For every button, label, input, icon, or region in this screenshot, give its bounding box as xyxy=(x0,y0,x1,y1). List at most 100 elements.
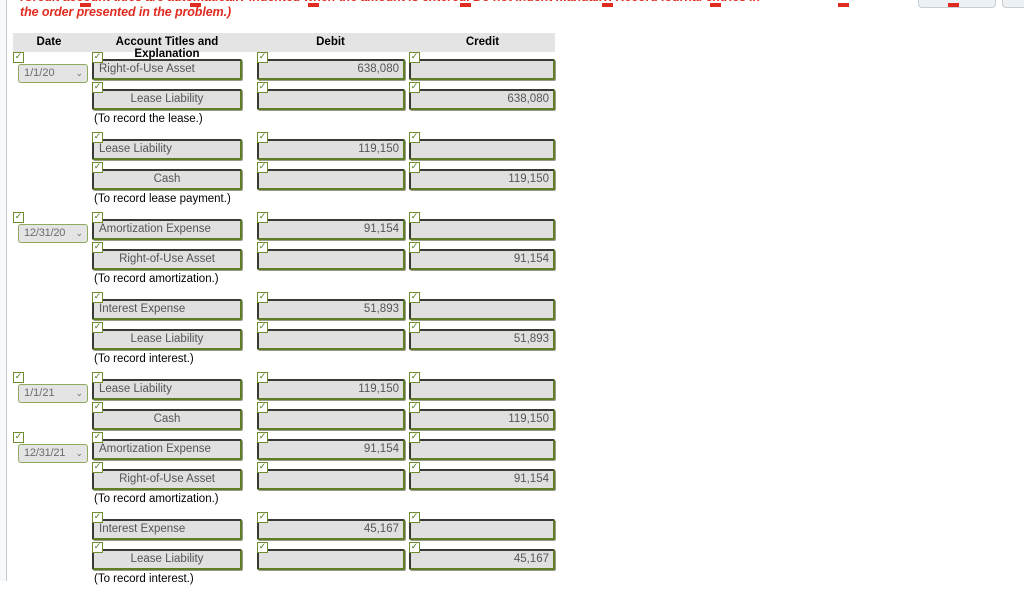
check-icon: ✓ xyxy=(409,512,420,523)
check-icon: ✓ xyxy=(92,432,103,443)
date-select[interactable]: 12/31/20 ⌄ xyxy=(18,224,88,243)
debit-amount-input[interactable]: 45,167 xyxy=(257,519,405,540)
check-icon: ✓ xyxy=(13,432,24,443)
account-title-input[interactable]: Interest Expense xyxy=(92,519,242,540)
debit-amount-input[interactable]: 119,150 xyxy=(257,379,405,400)
check-icon: ✓ xyxy=(257,132,268,143)
date-select-value: 12/31/21 xyxy=(24,447,66,459)
check-icon: ✓ xyxy=(409,372,420,383)
debit-amount-input[interactable]: 91,154 xyxy=(257,439,405,460)
date-select-value: 1/1/20 xyxy=(24,67,55,79)
debit-amount-input[interactable] xyxy=(257,249,405,270)
journal-entry-row: ✓ Lease Liability ✓ ✓ 51,893 xyxy=(13,322,555,352)
credit-amount-input[interactable] xyxy=(409,379,555,400)
credit-amount-input[interactable]: 51,893 xyxy=(409,329,555,350)
check-icon: ✓ xyxy=(92,52,103,63)
debit-amount-input[interactable] xyxy=(257,469,405,490)
journal-memo-row: (To record amortization.) xyxy=(13,272,555,292)
check-icon: ✓ xyxy=(257,542,268,553)
journal-memo-row: (To record the lease.) xyxy=(13,112,555,132)
debit-amount-input[interactable]: 51,893 xyxy=(257,299,405,320)
debit-amount-input[interactable]: 91,154 xyxy=(257,219,405,240)
check-icon: ✓ xyxy=(257,212,268,223)
toolbar-button-2[interactable] xyxy=(1002,0,1024,8)
chevron-down-icon: ⌄ xyxy=(75,448,83,458)
credit-amount-input[interactable]: 119,150 xyxy=(409,409,555,430)
account-title-input[interactable]: Lease Liability xyxy=(92,89,242,110)
check-icon: ✓ xyxy=(92,212,103,223)
credit-amount-input[interactable]: 45,167 xyxy=(409,549,555,570)
account-title-input[interactable]: Right-of-Use Asset xyxy=(92,249,242,270)
page-left-gutter xyxy=(0,0,7,581)
check-icon: ✓ xyxy=(257,402,268,413)
credit-amount-input[interactable]: 91,154 xyxy=(409,469,555,490)
credit-amount-input[interactable] xyxy=(409,439,555,460)
account-title-input[interactable]: Interest Expense xyxy=(92,299,242,320)
check-icon: ✓ xyxy=(257,462,268,473)
chevron-down-icon: ⌄ xyxy=(75,68,83,78)
check-icon: ✓ xyxy=(409,242,420,253)
debit-amount-input[interactable] xyxy=(257,329,405,350)
date-select[interactable]: 1/1/20 ⌄ xyxy=(18,64,88,83)
journal-memo-row: (To record interest.) xyxy=(13,352,555,372)
check-icon: ✓ xyxy=(409,432,420,443)
debit-amount-input[interactable] xyxy=(257,549,405,570)
check-icon: ✓ xyxy=(92,82,103,93)
credit-amount-input[interactable]: 119,150 xyxy=(409,169,555,190)
check-icon: ✓ xyxy=(409,292,420,303)
account-title-input[interactable]: Amortization Expense xyxy=(92,219,242,240)
check-icon: ✓ xyxy=(409,82,420,93)
check-icon: ✓ xyxy=(13,52,24,63)
debit-amount-input[interactable]: 119,150 xyxy=(257,139,405,160)
credit-amount-input[interactable] xyxy=(409,219,555,240)
account-title-input[interactable]: Lease Liability xyxy=(92,329,242,350)
check-icon: ✓ xyxy=(92,162,103,173)
check-icon: ✓ xyxy=(409,162,420,173)
credit-amount-input[interactable] xyxy=(409,299,555,320)
check-icon: ✓ xyxy=(257,242,268,253)
check-icon: ✓ xyxy=(409,132,420,143)
check-icon: ✓ xyxy=(257,292,268,303)
check-icon: ✓ xyxy=(13,212,24,223)
memo-text: (To record the lease.) xyxy=(94,113,203,125)
check-icon: ✓ xyxy=(409,462,420,473)
credit-amount-input[interactable] xyxy=(409,519,555,540)
account-title-input[interactable]: Lease Liability xyxy=(92,549,242,570)
column-header-debit: Debit xyxy=(316,36,345,48)
credit-amount-input[interactable] xyxy=(409,59,555,80)
check-icon: ✓ xyxy=(257,322,268,333)
journal-entry-row: ✓ Interest Expense ✓ 45,167 ✓ xyxy=(13,512,555,542)
credit-amount-input[interactable]: 638,080 xyxy=(409,89,555,110)
credit-amount-input[interactable]: 91,154 xyxy=(409,249,555,270)
check-icon: ✓ xyxy=(92,402,103,413)
check-icon: ✓ xyxy=(257,512,268,523)
check-icon: ✓ xyxy=(409,402,420,413)
debit-amount-input[interactable] xyxy=(257,89,405,110)
table-header-row: Date Account Titles and Explanation Debi… xyxy=(13,33,555,60)
account-title-input[interactable]: Amortization Expense xyxy=(92,439,242,460)
journal-entry-row: ✓ Lease Liability ✓ 119,150 ✓ xyxy=(13,132,555,162)
instruction-text: the order presented in the problem.) xyxy=(20,5,232,19)
account-title-input[interactable]: Cash xyxy=(92,409,242,430)
account-title-input[interactable]: Lease Liability xyxy=(92,139,242,160)
journal-entry-row: ✓ Cash ✓ ✓ 119,150 xyxy=(13,162,555,192)
account-title-input[interactable]: Right-of-Use Asset xyxy=(92,469,242,490)
account-title-input[interactable]: Right-of-Use Asset xyxy=(92,59,242,80)
journal-entry-row: ✓ Lease Liability ✓ ✓ 638,080 xyxy=(13,82,555,112)
debit-amount-input[interactable]: 638,080 xyxy=(257,59,405,80)
journal-entry-row: ✓ 1/1/20 ⌄ ✓ Right-of-Use Asset ✓ 638,080 ✓ xyxy=(13,52,555,83)
check-icon: ✓ xyxy=(92,322,103,333)
check-icon: ✓ xyxy=(13,372,24,383)
journal-entry-row: ✓ Cash ✓ ✓ 119,150 xyxy=(13,402,555,432)
journal-memo-row: (To record interest.) xyxy=(13,572,555,592)
account-title-input[interactable]: Cash xyxy=(92,169,242,190)
check-icon: ✓ xyxy=(409,52,420,63)
debit-amount-input[interactable] xyxy=(257,409,405,430)
credit-amount-input[interactable] xyxy=(409,139,555,160)
column-header-credit: Credit xyxy=(465,36,500,48)
debit-amount-input[interactable] xyxy=(257,169,405,190)
date-select[interactable]: 1/1/21 ⌄ xyxy=(18,384,88,403)
date-select[interactable]: 12/31/21 ⌄ xyxy=(18,444,88,463)
account-title-input[interactable]: Lease Liability xyxy=(92,379,242,400)
check-icon: ✓ xyxy=(92,292,103,303)
